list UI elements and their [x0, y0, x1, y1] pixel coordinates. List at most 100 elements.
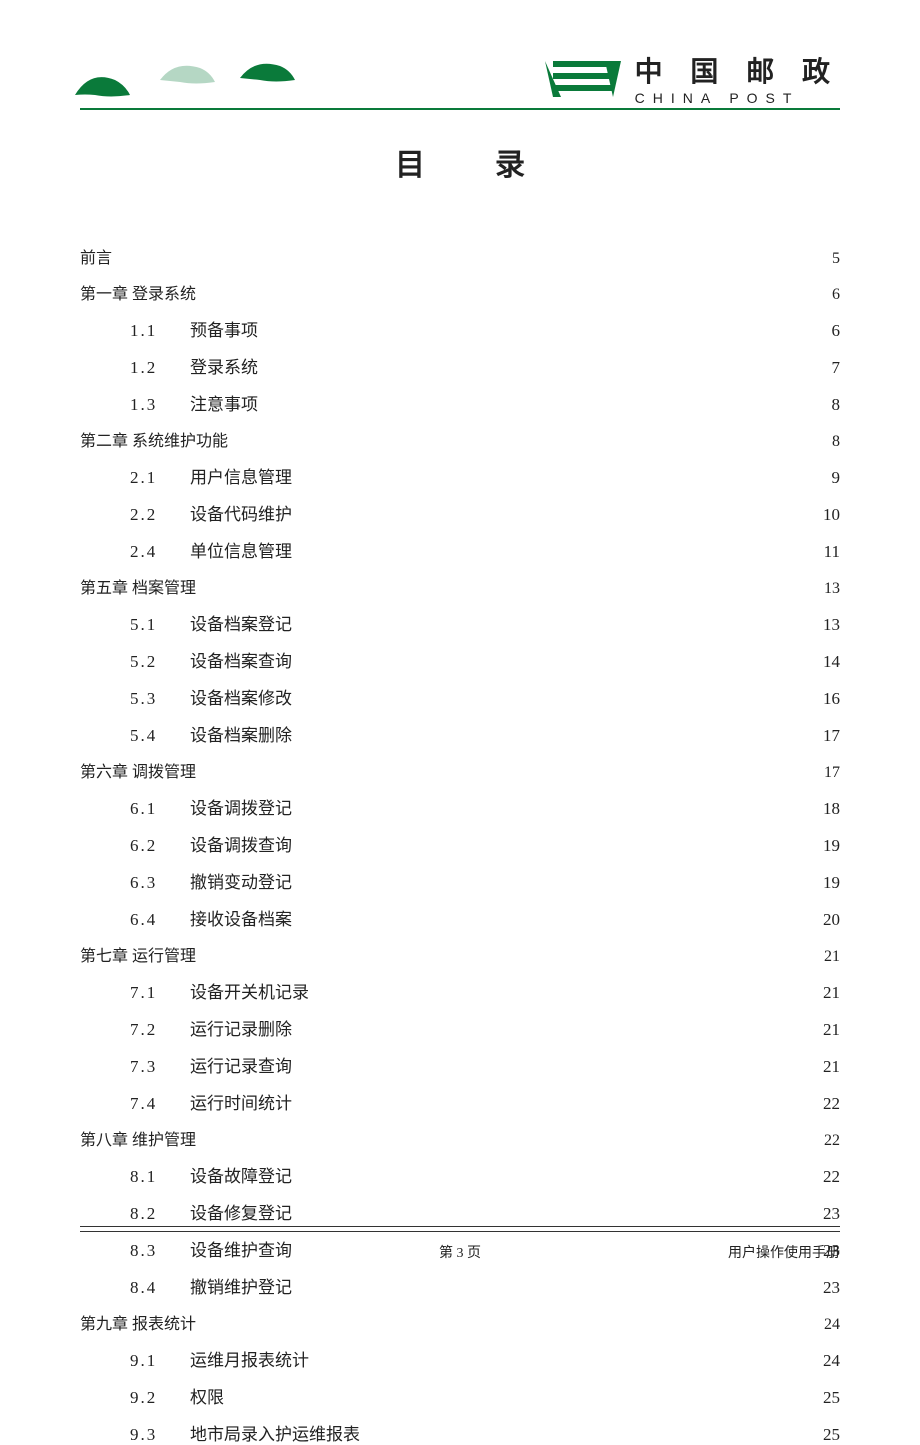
- toc-section-number: 6.4: [130, 910, 190, 930]
- toc-entry-page: 6: [832, 286, 840, 304]
- toc-entry-page: 21: [823, 1057, 840, 1077]
- toc-entry: 8.1设备故障登记22: [80, 1162, 840, 1187]
- toc-entry-page: 22: [823, 1167, 840, 1187]
- page-footer: 第 3 页 用户操作使用手册: [80, 1231, 840, 1242]
- toc-entry-label: 设备档案删除: [190, 721, 292, 746]
- toc-entry: 7.1设备开关机记录21: [80, 978, 840, 1003]
- toc-entry: 7.2运行记录删除21: [80, 1015, 840, 1040]
- toc-section-number: 1.1: [130, 321, 190, 341]
- toc-entry-page: 22: [824, 1132, 840, 1150]
- toc-entry-label: 第二章 系统维护功能: [80, 427, 228, 451]
- toc-entry-label: 预备事项: [190, 316, 258, 341]
- toc-entry-page: 22: [823, 1094, 840, 1114]
- brand-text: 中 国 邮 政 CHINA POST: [635, 50, 840, 106]
- toc-section-number: 2.4: [130, 542, 190, 562]
- toc-entry-label: 注意事项: [190, 390, 258, 415]
- toc-entry-page: 18: [823, 799, 840, 819]
- toc-entry-page: 19: [823, 836, 840, 856]
- toc-entry-page: 25: [823, 1425, 840, 1445]
- toc-entry-label: 设备故障登记: [190, 1162, 292, 1187]
- toc-section-number: 6.3: [130, 873, 190, 893]
- page-number: 第 3 页: [439, 1242, 481, 1262]
- toc-entry-label: 第一章 登录系统: [80, 280, 196, 304]
- toc-entry: 9.3地市局录入护运维报表25: [80, 1420, 840, 1445]
- birds-decoration-icon: [70, 60, 310, 110]
- brand-name-en: CHINA POST: [635, 90, 840, 106]
- toc-entry-page: 17: [824, 764, 840, 782]
- toc-section-number: 5.3: [130, 689, 190, 709]
- toc-entry-page: 9: [832, 468, 841, 488]
- toc-entry-label: 前言: [80, 244, 112, 268]
- toc-section-number: 1.2: [130, 358, 190, 378]
- toc-entry: 第一章 登录系统 6: [80, 280, 840, 304]
- toc-entry-page: 16: [823, 689, 840, 709]
- toc-entry: 1.1预备事项6: [80, 316, 840, 341]
- toc-entry-label: 设备档案登记: [190, 610, 292, 635]
- toc-entry-label: 第九章 报表统计: [80, 1310, 196, 1334]
- toc-entry-page: 10: [823, 505, 840, 525]
- toc-entry: 6.3撤销变动登记 19: [80, 868, 840, 893]
- toc-section-number: 8.3: [130, 1241, 190, 1261]
- toc-entry-label: 运行记录删除: [190, 1015, 292, 1040]
- toc-entry: 2.2设备代码维护 10: [80, 500, 840, 525]
- toc-entry: 5.1设备档案登记 13: [80, 610, 840, 635]
- toc-entry: 第九章 报表统计 24: [80, 1310, 840, 1334]
- toc-section-number: 9.2: [130, 1388, 190, 1408]
- toc-entry-page: 23: [823, 1278, 840, 1298]
- toc-entry: 7.4运行时间统计22: [80, 1089, 840, 1114]
- toc-section-number: 5.4: [130, 726, 190, 746]
- toc-entry-label: 撤销变动登记: [190, 868, 292, 893]
- toc-entry-label: 权限: [190, 1383, 224, 1408]
- toc-entry: 9.2权限 25: [80, 1383, 840, 1408]
- toc-entry: 2.1用户信息管理 9: [80, 463, 840, 488]
- toc-entry: 6.1设备调拨登记 18: [80, 794, 840, 819]
- toc-entry-page: 14: [823, 652, 840, 672]
- toc-entry-label: 用户信息管理: [190, 463, 292, 488]
- toc-entry-page: 21: [824, 948, 840, 966]
- toc-entry-label: 设备档案查询: [190, 647, 292, 672]
- toc-entry-page: 25: [823, 1388, 840, 1408]
- toc-entry-label: 设备修复登记: [190, 1199, 292, 1224]
- toc-entry-page: 7: [832, 358, 841, 378]
- toc-entry-page: 13: [823, 615, 840, 635]
- toc-entry-label: 第八章 维护管理: [80, 1126, 196, 1150]
- toc-entry: 5.3设备档案修改16: [80, 684, 840, 709]
- toc-entry-page: 8: [832, 395, 841, 415]
- toc-entry: 第六章 调拨管理17: [80, 758, 840, 782]
- toc-entry: 第二章 系统维护功能 8: [80, 427, 840, 451]
- toc-entry-label: 设备代码维护: [190, 500, 292, 525]
- toc-entry: 1.3注意事项8: [80, 390, 840, 415]
- toc-section-number: 2.2: [130, 505, 190, 525]
- toc-section-number: 5.1: [130, 615, 190, 635]
- page-header: 中 国 邮 政 CHINA POST: [80, 50, 840, 110]
- toc-section-number: 5.2: [130, 652, 190, 672]
- toc-entry-page: 20: [823, 910, 840, 930]
- toc-entry: 9.1运维月报表统计24: [80, 1346, 840, 1371]
- toc-entry-label: 设备调拨查询: [190, 831, 292, 856]
- toc-section-number: 6.2: [130, 836, 190, 856]
- toc-entry-page: 24: [824, 1316, 840, 1334]
- toc-entry-page: 23: [823, 1204, 840, 1224]
- toc-entry-label: 设备调拨登记: [190, 794, 292, 819]
- toc-entry: 第八章 维护管理 22: [80, 1126, 840, 1150]
- toc-entry: 1.2登录系统 7: [80, 353, 840, 378]
- toc-entry-page: 19: [823, 873, 840, 893]
- toc-entry-label: 单位信息管理: [190, 537, 292, 562]
- toc-section-number: 6.1: [130, 799, 190, 819]
- toc-entry-page: 8: [832, 433, 840, 451]
- toc-entry-label: 登录系统: [190, 353, 258, 378]
- toc-entry-page: 5: [832, 250, 840, 268]
- toc-entry: 5.2设备档案查询 14: [80, 647, 840, 672]
- toc-entry: 前言 5: [80, 244, 840, 268]
- toc-entry-label: 接收设备档案: [190, 905, 292, 930]
- toc-section-number: 7.2: [130, 1020, 190, 1040]
- toc-entry-label: 第七章 运行管理: [80, 942, 196, 966]
- toc-section-number: 2.1: [130, 468, 190, 488]
- toc-entry-label: 设备开关机记录: [190, 978, 309, 1003]
- toc-section-number: 7.1: [130, 983, 190, 1003]
- toc-section-number: 8.2: [130, 1204, 190, 1224]
- toc-entry: 6.2设备调拨查询 19: [80, 831, 840, 856]
- toc-section-number: 9.1: [130, 1351, 190, 1371]
- toc-section-number: 8.4: [130, 1278, 190, 1298]
- toc-entry-page: 13: [824, 580, 840, 598]
